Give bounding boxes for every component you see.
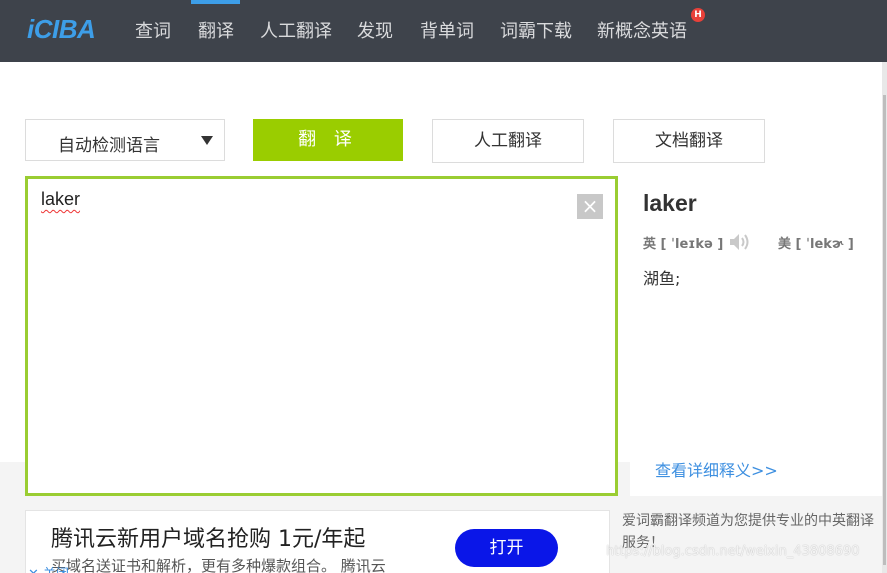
us-phonetic: 美 [ ˈlekɚ ]	[778, 233, 854, 252]
result-panel: laker 英 [ ˈleɪkə ] 美 [ ˈlekɚ ] 湖鱼; 查看详细释…	[630, 176, 882, 496]
nav-item-vocabulary[interactable]: 背单词	[420, 20, 474, 44]
nav-item-translate[interactable]: 翻译	[198, 20, 234, 44]
human-translate-button[interactable]: 人工翻译	[432, 119, 584, 163]
ad-close-button[interactable]: ✕ 关闭	[28, 563, 69, 573]
dropdown-arrow-icon	[201, 136, 213, 145]
us-phonetic-value: [ ˈlekɚ ]	[795, 237, 854, 252]
result-word: laker	[643, 190, 697, 216]
source-text-input[interactable]: laker ×	[25, 176, 618, 496]
top-nav-bar: iCIBA 查词 翻译 人工翻译 发现 背单词 词霸下载 新概念英语 H	[0, 0, 887, 62]
ad-banner[interactable]: 腾讯云新用户域名抢购 1元/年起 买域名送证书和解析，更有多种爆款组合。 腾讯云…	[25, 510, 610, 573]
hot-badge: H	[691, 8, 705, 22]
close-icon[interactable]: ×	[577, 194, 603, 219]
ad-open-button[interactable]: 打开	[455, 529, 558, 567]
uk-phonetic-value: [ ˈleɪkə ]	[660, 237, 724, 252]
nav-item-discover[interactable]: 发现	[357, 20, 393, 44]
speaker-icon[interactable]	[728, 232, 752, 252]
uk-phonetic: 英 [ ˈleɪkə ]	[643, 233, 723, 252]
watermark: https://blog.csdn.net/weixin_43808690	[606, 544, 860, 559]
nav-item-new-concept-english[interactable]: 新概念英语	[597, 20, 687, 44]
nav-item-lookup[interactable]: 查词	[135, 20, 171, 44]
source-text-value[interactable]: laker	[41, 189, 80, 210]
nav-item-download[interactable]: 词霸下载	[500, 20, 572, 44]
ad-close-label: 关闭	[43, 567, 69, 573]
us-label: 美	[778, 237, 792, 252]
iciba-logo[interactable]: iCIBA	[27, 14, 96, 45]
language-select[interactable]: 自动检测语言	[25, 119, 225, 161]
nav-active-indicator	[191, 0, 240, 4]
translate-button[interactable]: 翻 译	[253, 119, 403, 161]
ad-title[interactable]: 腾讯云新用户域名抢购 1元/年起	[51, 521, 365, 553]
language-select-label: 自动检测语言	[58, 136, 160, 156]
scrollbar-thumb[interactable]	[883, 95, 886, 565]
details-link[interactable]: 查看详细释义>>	[655, 457, 778, 481]
nav-item-human-translate[interactable]: 人工翻译	[260, 20, 332, 44]
definition: 湖鱼;	[643, 269, 681, 288]
ad-subtitle[interactable]: 买域名送证书和解析，更有多种爆款组合。 腾讯云	[51, 555, 386, 573]
uk-label: 英	[643, 237, 657, 252]
doc-translate-button[interactable]: 文档翻译	[613, 119, 765, 163]
